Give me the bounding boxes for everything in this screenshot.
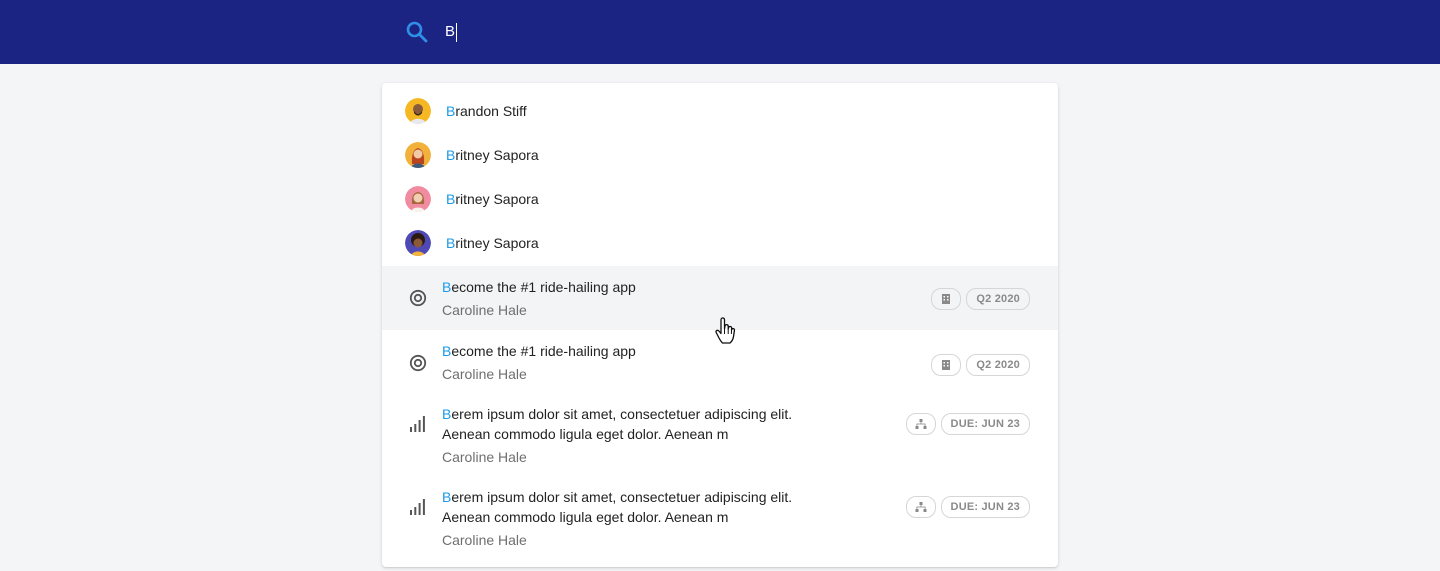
timeframe-badge: Q2 2020 (966, 288, 1030, 310)
result-chips: DUE: JUN 23 (905, 496, 1030, 518)
avatar (405, 142, 431, 168)
person-name: Britney Sapora (446, 191, 539, 207)
result-owner: Caroline Hale (442, 449, 527, 465)
avatar (405, 186, 431, 212)
building-icon (931, 354, 962, 376)
due-date-badge: DUE: JUN 23 (940, 413, 1030, 435)
person-result[interactable]: Britney Sapora (382, 133, 1058, 177)
metric-result[interactable]: Berem ipsum dolor sit amet, consectetuer… (382, 475, 1058, 558)
metric-result[interactable]: Berem ipsum dolor sit amet, consectetuer… (382, 392, 1058, 475)
text-caret (456, 22, 458, 42)
building-icon (931, 288, 962, 310)
goal-target-icon (409, 289, 427, 307)
goal-target-icon (409, 354, 427, 372)
top-search-bar: B (0, 0, 1440, 64)
signal-bars-icon (410, 416, 425, 432)
search-input[interactable]: B (445, 21, 458, 43)
person-name: Britney Sapora (446, 235, 539, 251)
org-chart-icon (905, 496, 936, 518)
result-title: Berem ipsum dolor sit amet, consectetuer… (442, 489, 793, 525)
result-title: Become the #1 ride-hailing app (442, 279, 636, 295)
timeframe-badge: Q2 2020 (966, 354, 1030, 376)
search-icon (406, 21, 428, 43)
search-query: B (445, 23, 456, 40)
result-chips: Q2 2020 (931, 354, 1030, 376)
result-owner: Caroline Hale (442, 302, 527, 318)
signal-bars-icon (410, 499, 425, 515)
result-title: Berem ipsum dolor sit amet, consectetuer… (442, 406, 793, 442)
org-chart-icon (905, 413, 936, 435)
avatar (405, 98, 431, 124)
result-owner: Caroline Hale (442, 366, 527, 382)
person-name: Britney Sapora (446, 147, 539, 163)
result-chips: Q2 2020 (931, 288, 1030, 310)
person-result[interactable]: Britney Sapora (382, 177, 1058, 221)
result-owner: Caroline Hale (442, 532, 527, 548)
result-title: Become the #1 ride-hailing app (442, 343, 636, 359)
due-date-badge: DUE: JUN 23 (940, 496, 1030, 518)
avatar (405, 230, 431, 256)
result-chips: DUE: JUN 23 (905, 413, 1030, 435)
person-result[interactable]: Britney Sapora (382, 221, 1058, 265)
person-name: Brandon Stiff (446, 103, 527, 119)
hand-pointer-cursor-icon (715, 317, 736, 344)
person-result[interactable]: Brandon Stiff (382, 89, 1058, 133)
